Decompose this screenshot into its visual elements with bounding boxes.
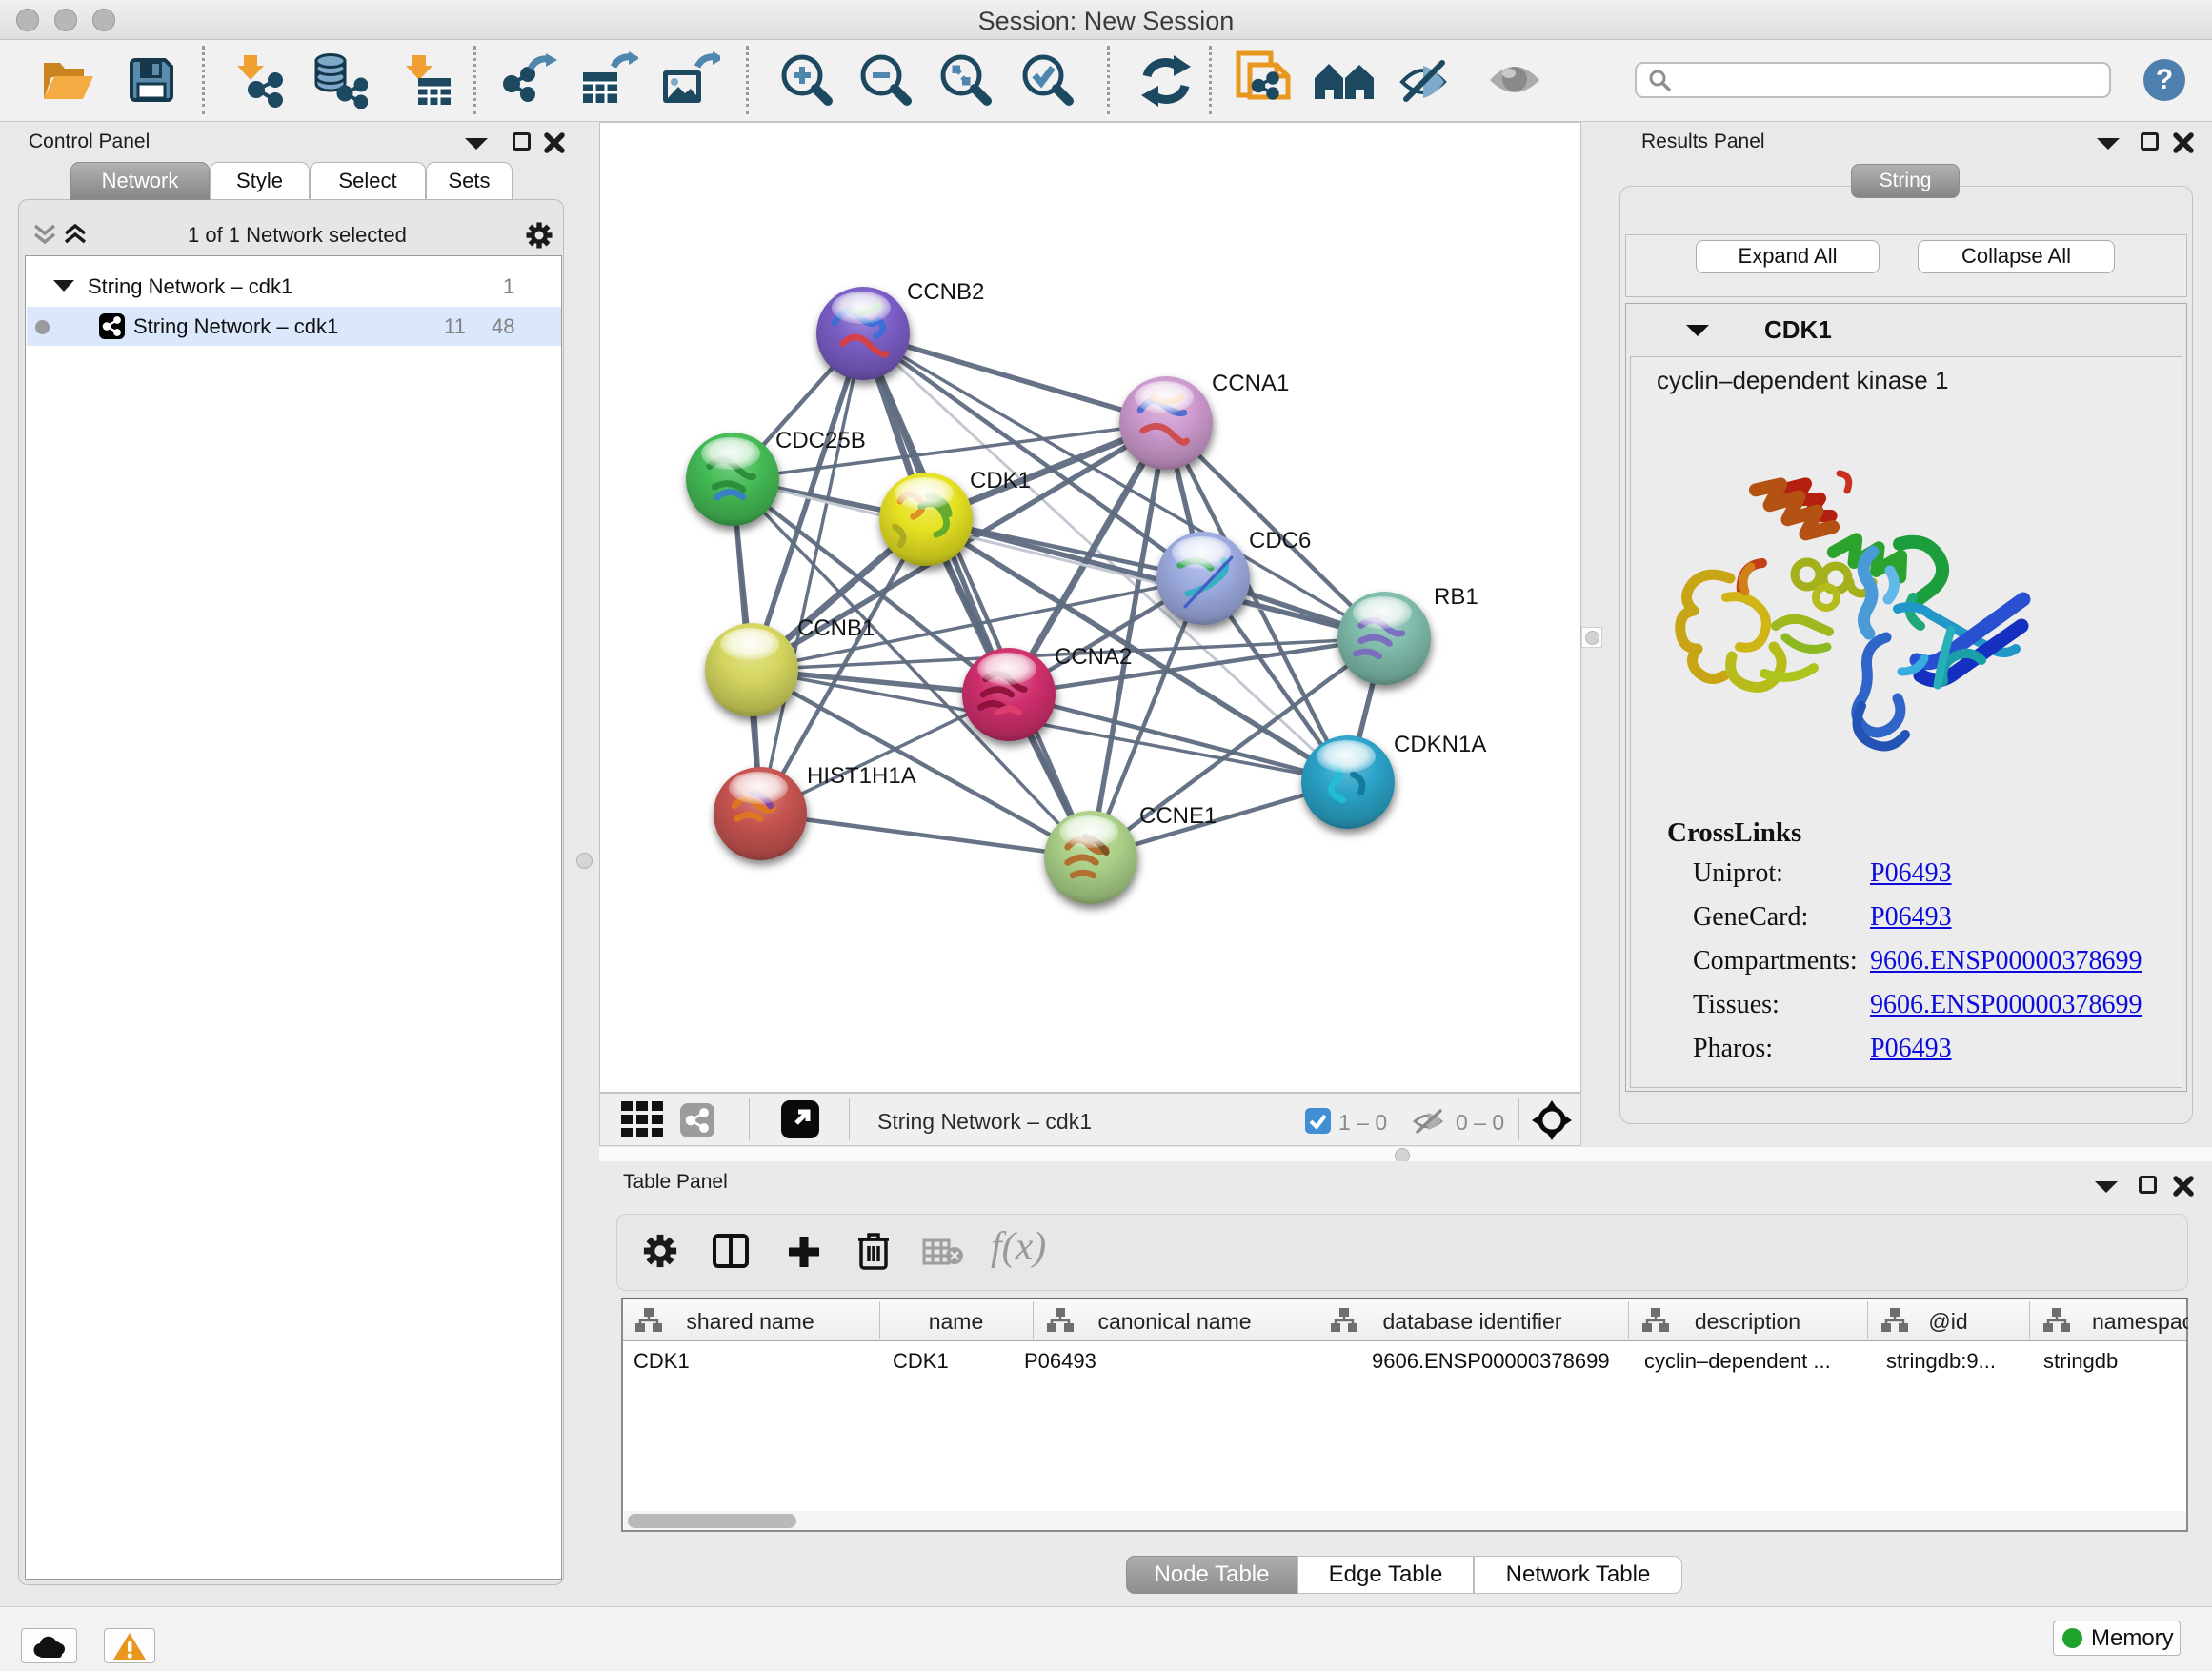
svg-text:CDKN1A: CDKN1A (1394, 732, 1486, 757)
svg-text:CDC25B: CDC25B (775, 428, 866, 453)
svg-text:CCNB2: CCNB2 (907, 279, 984, 305)
svg-text:RB1: RB1 (1434, 584, 1478, 610)
svg-text:CCNE1: CCNE1 (1139, 803, 1217, 829)
svg-text:CCNA2: CCNA2 (1055, 644, 1132, 670)
svg-text:CCNB1: CCNB1 (797, 615, 875, 641)
svg-text:CDK1: CDK1 (970, 468, 1031, 493)
svg-text:CDC6: CDC6 (1249, 528, 1311, 554)
svg-text:CCNA1: CCNA1 (1212, 371, 1289, 396)
svg-text:HIST1H1A: HIST1H1A (807, 763, 916, 789)
